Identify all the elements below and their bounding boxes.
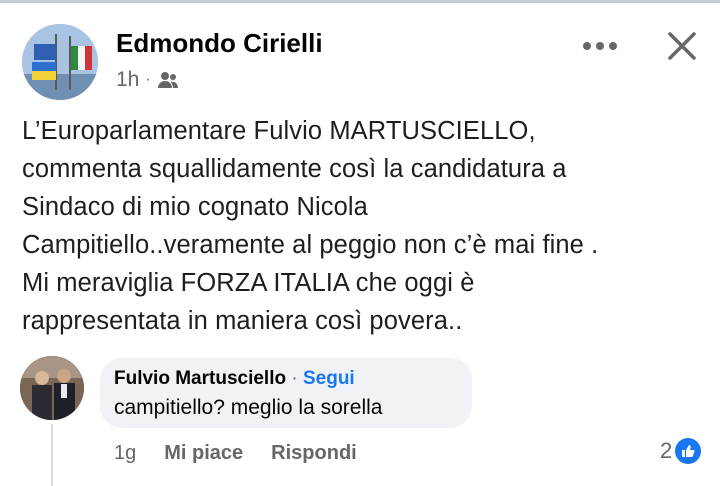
like-button[interactable]: Mi piace (164, 442, 243, 465)
like-reaction-icon (675, 438, 702, 464)
post-text-line: Campitiello..veramente al peggio non c’è… (22, 231, 599, 259)
reply-button[interactable]: Rispondi (271, 442, 357, 465)
comment-text: campitiello? meglio la sorella (114, 396, 383, 419)
close-button[interactable] (660, 24, 704, 68)
reply-thread-line (51, 424, 53, 486)
post-header: Edmondo Cirielli 1h · (22, 24, 712, 104)
comment-bubble: Fulvio Martusciello · Segui campitiello?… (100, 358, 472, 428)
post-text-line: commenta squallidamente così la candidat… (22, 155, 567, 183)
commenter-avatar[interactable] (20, 356, 84, 420)
reaction-summary[interactable]: 2 (660, 438, 702, 464)
post-body-text: L’Europarlamentare Fulvio MARTUSCIELLO, … (22, 112, 714, 340)
follow-button[interactable]: Segui (303, 368, 355, 389)
post-text-line: Sindaco di mio cognato Nicola (22, 193, 368, 221)
post-text-line: rappresentata in maniera così povera.. (22, 307, 463, 335)
author-avatar[interactable] (22, 24, 98, 100)
follow-separator: · (291, 368, 298, 389)
comment-time[interactable]: 1g (114, 442, 136, 465)
close-icon (668, 32, 696, 60)
post-text-line: Mi meraviglia FORZA ITALIA che oggi è (22, 269, 475, 297)
commenter-photo (20, 356, 84, 420)
post-author-name[interactable]: Edmondo Cirielli (116, 28, 323, 59)
comment-actions: 1g Mi piace Rispondi (114, 442, 357, 465)
commenter-line: Fulvio Martusciello · Segui (114, 368, 355, 390)
post-meta: 1h · (116, 68, 179, 92)
commenter-name[interactable]: Fulvio Martusciello (114, 368, 286, 389)
flags-avatar-image (22, 24, 98, 100)
more-options-button[interactable] (578, 30, 622, 62)
more-dots-icon (583, 42, 617, 50)
friends-icon (157, 71, 179, 89)
reaction-count: 2 (660, 438, 673, 463)
post-time[interactable]: 1h (116, 68, 139, 92)
post-text-line: L’Europarlamentare Fulvio MARTUSCIELLO, (22, 117, 536, 145)
comment: Fulvio Martusciello · Segui campitiello?… (20, 356, 720, 486)
top-divider (0, 0, 720, 3)
meta-separator: · (145, 71, 151, 88)
